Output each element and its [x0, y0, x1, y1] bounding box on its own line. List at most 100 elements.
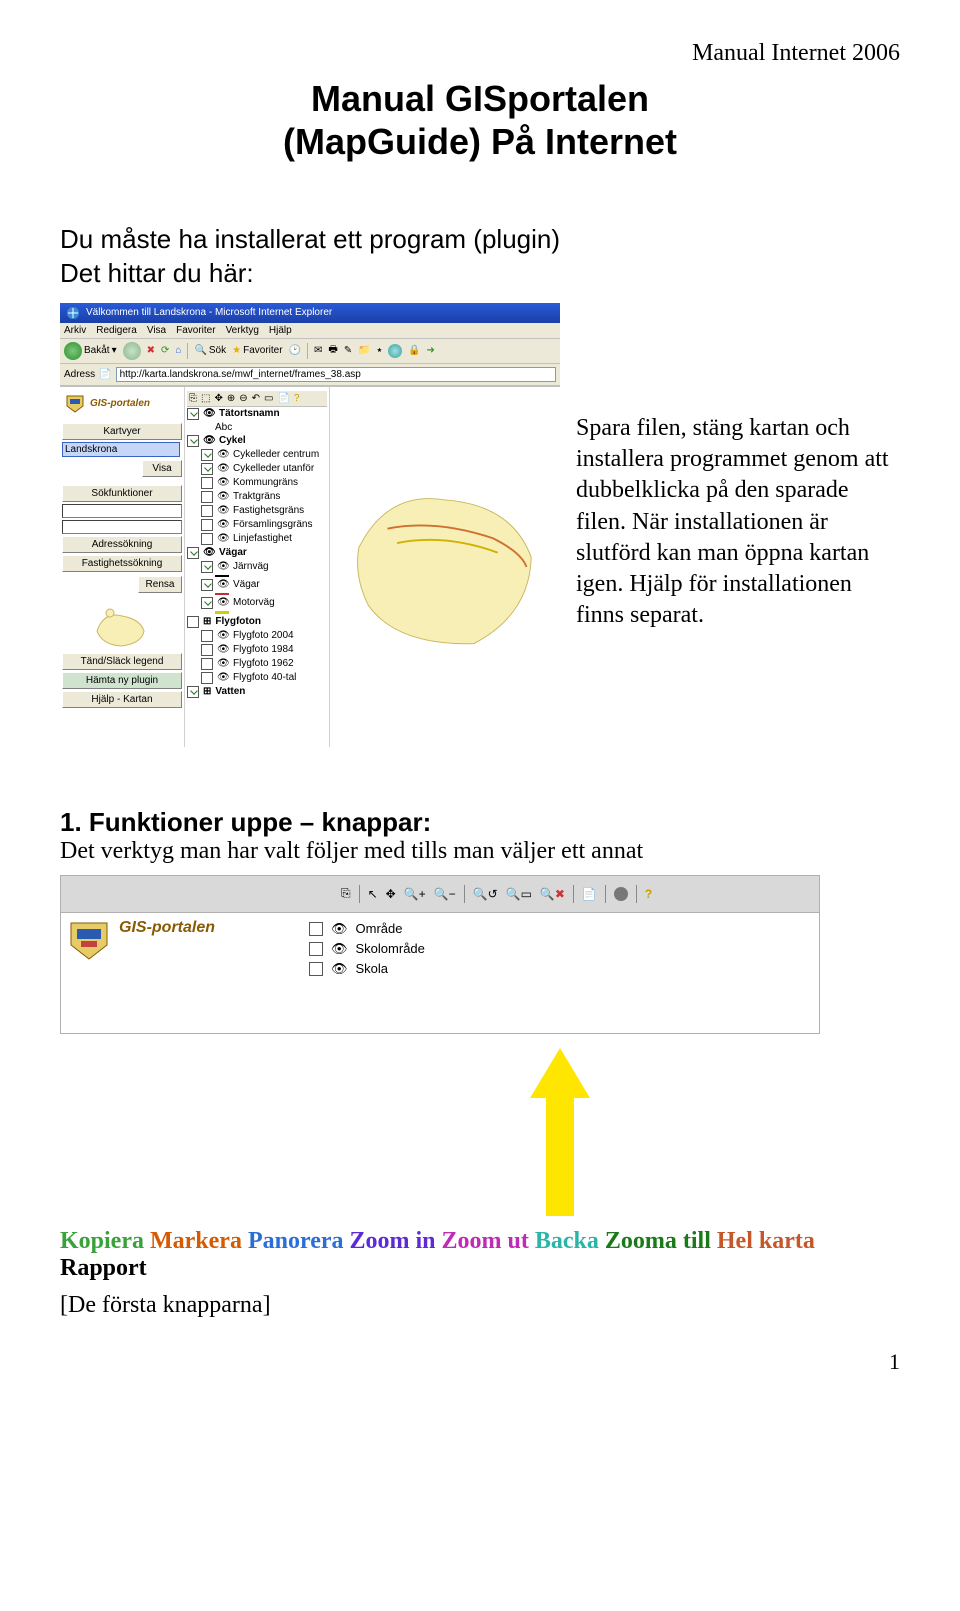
layer-vagar[interactable]: Vägar: [219, 547, 247, 558]
layer-vatten[interactable]: Vatten: [215, 686, 245, 697]
layer-check-vagar2[interactable]: [201, 579, 213, 591]
menu-verktyg[interactable]: Verktyg: [226, 325, 259, 336]
go-icon[interactable]: ➜: [427, 345, 435, 356]
check-skola[interactable]: [309, 962, 323, 976]
kartvyer-button[interactable]: Kartvyer: [62, 423, 182, 440]
zoom-back-icon[interactable]: 🔍↺: [473, 887, 498, 901]
layer-jarnvag[interactable]: Järnväg: [233, 561, 269, 572]
globe-icon[interactable]: [388, 344, 402, 358]
layer-check-vatten[interactable]: [187, 686, 199, 698]
layer-linje[interactable]: Linjefastighet: [233, 533, 292, 544]
layer-fors[interactable]: Församlingsgräns: [233, 519, 312, 530]
zoom-to-icon[interactable]: 🔍▭: [506, 887, 532, 901]
layer-check-f1962[interactable]: [201, 658, 213, 670]
home-icon[interactable]: ⌂: [175, 345, 181, 356]
layer-check-f2004[interactable]: [201, 630, 213, 642]
layer-f1984[interactable]: Flygfoto 1984: [233, 644, 294, 655]
zoom-back-icon[interactable]: ↶: [252, 393, 260, 404]
layer-omrade[interactable]: Område: [356, 921, 403, 936]
layer-check-trakt[interactable]: [201, 491, 213, 503]
dot-icon[interactable]: [614, 887, 628, 901]
menu-hjalp[interactable]: Hjälp: [269, 325, 292, 336]
menu-favoriter[interactable]: Favoriter: [176, 325, 215, 336]
help-icon[interactable]: ?: [645, 887, 652, 901]
layer-check-motorvag[interactable]: [201, 597, 213, 609]
layer-cykel-u[interactable]: Cykelleder utanför: [233, 463, 314, 474]
tand-slack-button[interactable]: Tänd/Släck legend: [62, 653, 182, 670]
pan-icon[interactable]: ✥: [386, 887, 396, 901]
overview-map[interactable]: [92, 601, 152, 651]
layer-check-cykel-c[interactable]: [201, 449, 213, 461]
help-icon[interactable]: ?: [294, 393, 300, 404]
refresh-icon[interactable]: ⟳: [161, 345, 169, 356]
layer-check-cykel-u[interactable]: [201, 463, 213, 475]
history-icon[interactable]: 🕑: [289, 345, 301, 356]
layer-tatortsnamn[interactable]: Tätortsnamn: [219, 408, 280, 419]
favorites-button[interactable]: ★Favoriter: [232, 345, 282, 356]
copy-icon[interactable]: ⎘: [341, 886, 351, 901]
hjalp-kartan-button[interactable]: Hjälp - Kartan: [62, 691, 182, 708]
layer-check-cykel[interactable]: [187, 435, 199, 447]
copy-icon[interactable]: ⎘: [189, 393, 197, 404]
layer-f2004[interactable]: Flygfoto 2004: [233, 630, 294, 641]
layer-check-jarnvag[interactable]: [201, 561, 213, 573]
search-button[interactable]: 🔍Sök: [194, 345, 226, 356]
layer-check-f1984[interactable]: [201, 644, 213, 656]
print-icon[interactable]: 🖶: [328, 342, 337, 359]
map-canvas[interactable]: [330, 387, 560, 747]
layer-cykel-c[interactable]: Cykelleder centrum: [233, 449, 319, 460]
folder-icon[interactable]: 📁: [358, 345, 370, 356]
fastighetssokning-button[interactable]: Fastighetssökning: [62, 555, 182, 572]
layer-check-vagar[interactable]: [187, 547, 199, 559]
layer-fastg[interactable]: Fastighetsgräns: [233, 505, 304, 516]
layer-motorvag[interactable]: Motorväg: [233, 597, 275, 608]
search-input-1[interactable]: [62, 504, 182, 518]
feed-icon[interactable]: ⭑: [377, 345, 382, 356]
edit-icon[interactable]: ✎: [344, 345, 352, 356]
zoom-in-icon[interactable]: ⊕: [227, 393, 235, 404]
layer-check-kommun[interactable]: [201, 477, 213, 489]
forward-button[interactable]: [123, 342, 141, 360]
visa-button[interactable]: Visa: [142, 460, 182, 477]
layer-f1962[interactable]: Flygfoto 1962: [233, 658, 294, 669]
lock-icon[interactable]: 🔒: [408, 345, 420, 356]
menu-redigera[interactable]: Redigera: [96, 325, 137, 336]
select-icon[interactable]: ↖: [368, 887, 378, 901]
menu-arkiv[interactable]: Arkiv: [64, 325, 86, 336]
layer-check-fors[interactable]: [201, 519, 213, 531]
layer-vagar2[interactable]: Vägar: [233, 579, 260, 590]
select-icon[interactable]: ⬚: [201, 393, 210, 404]
mail-icon[interactable]: ✉: [314, 345, 322, 356]
layer-check-fastg[interactable]: [201, 505, 213, 517]
address-input[interactable]: http://karta.landskrona.se/mwf_internet/…: [116, 367, 556, 382]
menu-visa[interactable]: Visa: [147, 325, 166, 336]
layer-flygfoton[interactable]: Flygfoton: [215, 616, 261, 627]
zoom-out-icon[interactable]: 🔍−: [434, 887, 456, 901]
layer-check-f40[interactable]: [201, 672, 213, 684]
landkrona-select[interactable]: Landskrona: [62, 442, 180, 457]
layer-check-tatortsnamn[interactable]: [187, 408, 199, 420]
hamta-plugin-button[interactable]: Hämta ny plugin: [62, 672, 182, 689]
rensa-button[interactable]: Rensa: [138, 576, 182, 593]
layer-check-flygfoton[interactable]: [187, 616, 199, 628]
layer-f40[interactable]: Flygfoto 40-tal: [233, 672, 296, 683]
layer-cykel[interactable]: Cykel: [219, 435, 246, 446]
layer-trakt[interactable]: Traktgräns: [233, 491, 280, 502]
back-button[interactable]: Bakåt ▾: [64, 342, 117, 360]
zoom-in-icon[interactable]: 🔍+: [404, 887, 426, 901]
search-input-2[interactable]: [62, 520, 182, 534]
zoom-extent-icon[interactable]: ▭: [264, 393, 273, 404]
layer-skola[interactable]: Skola: [356, 961, 389, 976]
pan-icon[interactable]: ✥: [214, 393, 222, 404]
full-extent-icon[interactable]: 🔍✖: [540, 887, 565, 901]
zoom-out-icon[interactable]: ⊖: [239, 393, 247, 404]
sokfunktioner-button[interactable]: Sökfunktioner: [62, 485, 182, 502]
layer-skolomrade[interactable]: Skolområde: [356, 941, 425, 956]
check-omrade[interactable]: [309, 922, 323, 936]
check-skolomrade[interactable]: [309, 942, 323, 956]
adressokning-button[interactable]: Adressökning: [62, 536, 182, 553]
report-icon[interactable]: 📄: [582, 887, 597, 901]
report-icon[interactable]: 📄: [277, 393, 289, 404]
stop-icon[interactable]: ✖: [147, 345, 155, 356]
layer-kommun[interactable]: Kommungräns: [233, 477, 298, 488]
